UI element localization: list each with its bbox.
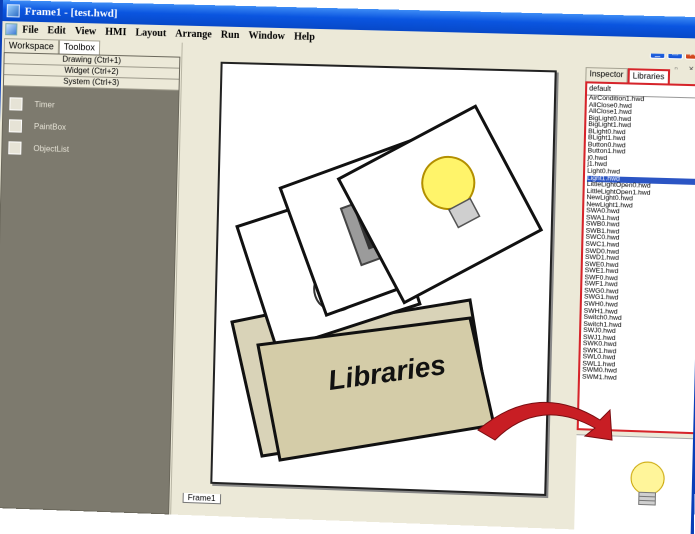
library-preview — [574, 434, 695, 534]
frame-canvas[interactable] — [210, 61, 557, 496]
window-title: Frame1 - [test.hwd] — [24, 5, 118, 20]
menu-hmi[interactable]: HMI — [105, 26, 126, 38]
objectlist-icon — [8, 141, 22, 155]
libraries-box: default AirCondition1.hwd AllClose0.hwd Al… — [576, 81, 695, 435]
menu-window[interactable]: Window — [248, 30, 285, 42]
menu-view[interactable]: View — [75, 25, 97, 37]
tool-list: Timer PaintBox ObjectList — [2, 86, 178, 162]
menu-layout[interactable]: Layout — [135, 27, 166, 39]
tool-paintbox[interactable]: PaintBox — [8, 116, 178, 140]
menu-help[interactable]: Help — [294, 31, 315, 43]
toolbox-panel: Workspace Toolbox Drawing (Ctrl+1) Widge… — [0, 38, 183, 515]
tool-label: ObjectList — [33, 143, 70, 154]
tab-frame1[interactable]: Frame1 — [182, 492, 221, 505]
design-workspace: Frame1 — [172, 42, 577, 522]
app-window: Frame1 - [test.hwd] _ □ X _ ▫ × File Edi… — [0, 0, 695, 534]
toolbox-content: Drawing (Ctrl+1) Widget (Ctrl+2) System … — [0, 52, 181, 515]
tab-workspace[interactable]: Workspace — [3, 38, 59, 54]
tab-toolbox[interactable]: Toolbox — [58, 39, 101, 55]
lightbulb-preview-icon — [574, 435, 695, 534]
document-icon[interactable] — [5, 23, 18, 36]
clock-icon — [9, 97, 23, 111]
paintbox-icon — [8, 119, 23, 133]
menu-arrange[interactable]: Arrange — [175, 28, 212, 40]
tool-objectlist[interactable]: ObjectList — [8, 138, 177, 162]
tool-timer[interactable]: Timer — [9, 94, 178, 118]
menu-file[interactable]: File — [22, 24, 38, 35]
menu-edit[interactable]: Edit — [47, 25, 66, 36]
library-file-list: AirCondition1.hwd AllClose0.hwd AllClose1.… — [580, 95, 695, 385]
tool-label: PaintBox — [33, 121, 67, 132]
tab-libraries[interactable]: Libraries — [627, 68, 670, 84]
app-icon — [6, 4, 20, 18]
inspector-panel: Inspector Libraries default AirCondition… — [570, 66, 695, 534]
menu-run[interactable]: Run — [221, 29, 240, 41]
tool-label: Timer — [34, 99, 55, 110]
tab-inspector[interactable]: Inspector — [585, 67, 628, 83]
